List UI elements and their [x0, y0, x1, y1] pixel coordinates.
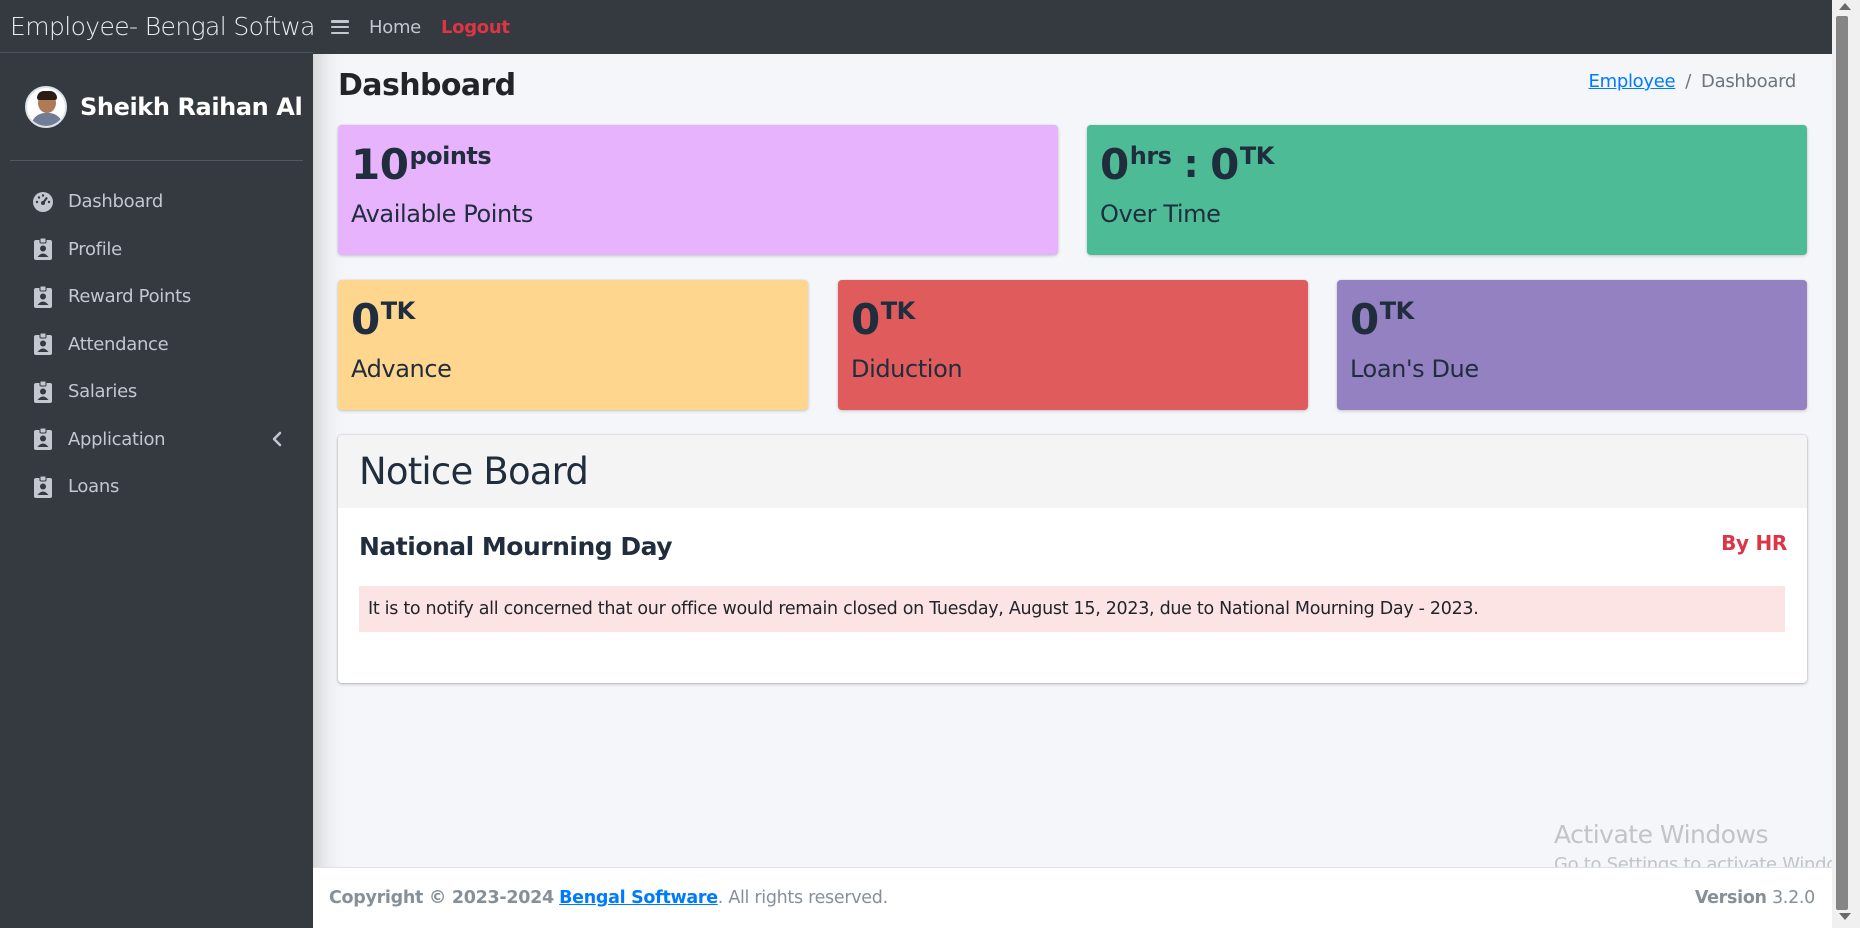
- points-label: Available Points: [351, 200, 533, 228]
- top-navbar: Home Logout: [313, 0, 1832, 54]
- footer-copyright: Copyright © 2023-2024: [329, 888, 554, 908]
- sidebar-item-label: Profile: [68, 238, 122, 260]
- notice-author: By HR: [1721, 531, 1787, 555]
- notice-board-header: Notice Board: [338, 435, 1807, 508]
- deduction-label: Diduction: [851, 355, 963, 383]
- sidebar-item-attendance[interactable]: Attendance: [0, 321, 313, 369]
- overtime-label: Over Time: [1100, 200, 1221, 228]
- sidebar-item-salaries[interactable]: Salaries: [0, 368, 313, 416]
- scroll-down-arrow-icon[interactable]: [1839, 913, 1851, 920]
- sidebar-item-reward-points[interactable]: Reward Points: [0, 273, 313, 321]
- overtime-amount: 0: [1210, 140, 1239, 189]
- notice-title: National Mourning Day: [359, 532, 673, 561]
- footer-company-link[interactable]: Bengal Software: [559, 888, 718, 908]
- loans-due-unit: TK: [1379, 297, 1414, 325]
- advance-box: 0TK Advance: [338, 280, 808, 410]
- activate-windows-title: Activate Windows: [1554, 820, 1769, 849]
- points-value-row: 10points: [351, 144, 1045, 186]
- overtime-value-row: 0hrs:0TK: [1100, 144, 1794, 186]
- logout-link[interactable]: Logout: [441, 17, 510, 38]
- sidebar-nav: Dashboard Profile Reward Points Attendan…: [0, 178, 313, 511]
- deduction-box: 0TK Diduction: [838, 280, 1308, 410]
- points-value: 10: [351, 140, 409, 189]
- notice-board-title: Notice Board: [359, 450, 589, 493]
- deduction-value: 0: [851, 295, 880, 344]
- id-badge-icon: [32, 333, 54, 356]
- footer: Copyright © 2023-2024 Bengal Software. A…: [313, 867, 1832, 928]
- vertical-scrollbar[interactable]: [1832, 0, 1860, 928]
- breadcrumb-link-employee[interactable]: Employee: [1589, 71, 1676, 92]
- sidebar-item-dashboard[interactable]: Dashboard: [0, 178, 313, 226]
- id-badge-icon: [32, 428, 54, 451]
- tachometer-icon: [32, 191, 54, 213]
- scroll-up-arrow-icon[interactable]: [1839, 3, 1851, 10]
- footer-rights: . All rights reserved.: [717, 888, 888, 908]
- user-panel: Sheikh Raihan Al Sa: [10, 53, 303, 161]
- id-badge-icon: [32, 285, 54, 308]
- loans-due-box: 0TK Loan's Due: [1337, 280, 1807, 410]
- brand-title[interactable]: Employee- Bengal Software: [10, 12, 339, 41]
- breadcrumb: Employee / Dashboard: [1589, 71, 1797, 92]
- notice-board-card: Notice Board National Mourning Day By HR…: [338, 435, 1807, 683]
- menu-toggle-icon[interactable]: [331, 20, 349, 34]
- user-name[interactable]: Sheikh Raihan Al Sa: [80, 93, 303, 121]
- id-badge-icon: [32, 238, 54, 261]
- overtime-box: 0hrs:0TK Over Time: [1087, 125, 1807, 255]
- deduction-unit: TK: [880, 297, 915, 325]
- sidebar-item-label: Reward Points: [68, 286, 191, 308]
- id-badge-icon: [32, 475, 54, 498]
- sidebar-item-label: Dashboard: [68, 191, 163, 213]
- points-unit: points: [409, 142, 492, 170]
- overtime-amount-unit: TK: [1239, 142, 1274, 170]
- advance-value-row: 0TK: [351, 299, 795, 341]
- overtime-hours-unit: hrs: [1129, 142, 1172, 170]
- scrollbar-thumb[interactable]: [1836, 16, 1848, 910]
- sidebar-item-label: Loans: [68, 476, 120, 498]
- footer-version-row: Version 3.2.0: [1695, 888, 1815, 908]
- brand-link[interactable]: Employee- Bengal Software: [0, 0, 339, 53]
- overtime-separator: :: [1183, 142, 1199, 186]
- home-link[interactable]: Home: [369, 17, 421, 38]
- sidebar-item-application[interactable]: Application: [0, 416, 313, 464]
- sidebar-item-profile[interactable]: Profile: [0, 226, 313, 274]
- notice-body: It is to notify all concerned that our o…: [359, 586, 1785, 632]
- advance-unit: TK: [380, 297, 415, 325]
- loans-due-value: 0: [1350, 295, 1379, 344]
- user-avatar[interactable]: [25, 85, 67, 128]
- breadcrumb-separator: /: [1685, 71, 1692, 92]
- advance-label: Advance: [351, 355, 452, 383]
- footer-version-label: Version: [1694, 888, 1767, 908]
- sidebar-item-label: Application: [68, 428, 166, 450]
- advance-value: 0: [351, 295, 380, 344]
- footer-version: 3.2.0: [1771, 888, 1815, 908]
- sidebar-item-label: Attendance: [68, 333, 169, 355]
- sidebar-item-label: Salaries: [68, 381, 137, 403]
- chevron-left-icon[interactable]: [272, 431, 282, 452]
- overtime-hours: 0: [1100, 140, 1129, 189]
- footer-copyright-row: Copyright © 2023-2024 Bengal Software. A…: [329, 888, 888, 908]
- available-points-box: 10points Available Points: [338, 125, 1058, 255]
- deduction-value-row: 0TK: [851, 299, 1295, 341]
- main-sidebar: Employee- Bengal Software Sheikh Raihan …: [0, 0, 339, 928]
- loans-due-value-row: 0TK: [1350, 299, 1794, 341]
- breadcrumb-current: Dashboard: [1701, 71, 1796, 92]
- page-title: Dashboard: [338, 68, 516, 103]
- loans-due-label: Loan's Due: [1350, 355, 1479, 383]
- id-badge-icon: [32, 380, 54, 403]
- sidebar-item-loans[interactable]: Loans: [0, 463, 313, 511]
